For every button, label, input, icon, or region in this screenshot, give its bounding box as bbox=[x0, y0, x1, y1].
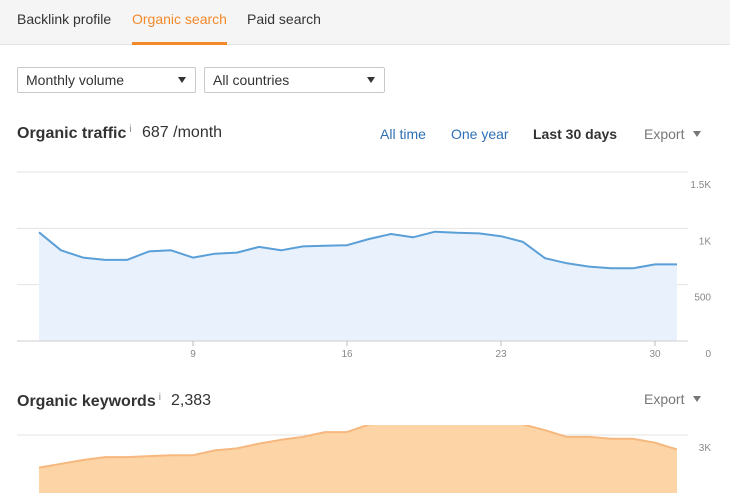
country-select[interactable]: All countries bbox=[204, 67, 385, 93]
keywords-export-label: Export bbox=[644, 391, 685, 407]
organic-keywords-title: Organic keywords i bbox=[17, 392, 161, 411]
organic-traffic-value: 687 /month bbox=[142, 124, 223, 141]
traffic-area bbox=[39, 231, 677, 341]
volume-select-value: Monthly volume bbox=[26, 72, 125, 88]
chevron-down-icon bbox=[693, 396, 702, 402]
traffic-export-button[interactable]: Export bbox=[644, 126, 702, 142]
x-tick-label: 16 bbox=[341, 349, 353, 360]
x-tick-label: 30 bbox=[649, 349, 661, 360]
volume-select[interactable]: Monthly volume bbox=[17, 67, 196, 93]
organic-keywords-chart: 3K bbox=[17, 425, 712, 493]
traffic-export-label: Export bbox=[644, 126, 685, 142]
organic-keywords-title-text: Organic keywords bbox=[17, 393, 156, 410]
y-tick-label: 500 bbox=[694, 293, 711, 304]
tab-organic-search[interactable]: Organic search bbox=[132, 0, 227, 45]
chevron-down-icon bbox=[367, 77, 375, 83]
y-tick-label: 3K bbox=[699, 443, 712, 454]
organic-traffic-title-text: Organic traffic bbox=[17, 125, 127, 142]
chevron-down-icon bbox=[178, 77, 186, 83]
organic-keywords-value: 2,383 bbox=[171, 392, 212, 409]
tab-backlink-profile[interactable]: Backlink profile bbox=[17, 0, 111, 44]
tab-bar: Backlink profile Organic search Paid sea… bbox=[0, 0, 730, 45]
y-tick-label: 0 bbox=[705, 349, 711, 360]
y-tick-label: 1K bbox=[699, 236, 712, 247]
info-icon[interactable]: i bbox=[159, 392, 161, 403]
range-all-time[interactable]: All time bbox=[380, 126, 426, 142]
range-one-year[interactable]: One year bbox=[451, 126, 509, 142]
y-tick-label: 1.5K bbox=[690, 180, 711, 191]
x-tick-label: 23 bbox=[495, 349, 507, 360]
info-icon[interactable]: i bbox=[129, 124, 131, 135]
organic-traffic-title: Organic traffic i bbox=[17, 124, 132, 143]
country-select-value: All countries bbox=[213, 72, 290, 88]
x-tick-label: 9 bbox=[190, 349, 196, 360]
organic-traffic-chart: 0 500 1K 1.5K 9 16 23 30 bbox=[17, 171, 712, 360]
tab-paid-search[interactable]: Paid search bbox=[247, 0, 321, 44]
keywords-export-button[interactable]: Export bbox=[644, 391, 702, 407]
chevron-down-icon bbox=[693, 131, 702, 137]
range-last-30-days[interactable]: Last 30 days bbox=[533, 126, 617, 142]
